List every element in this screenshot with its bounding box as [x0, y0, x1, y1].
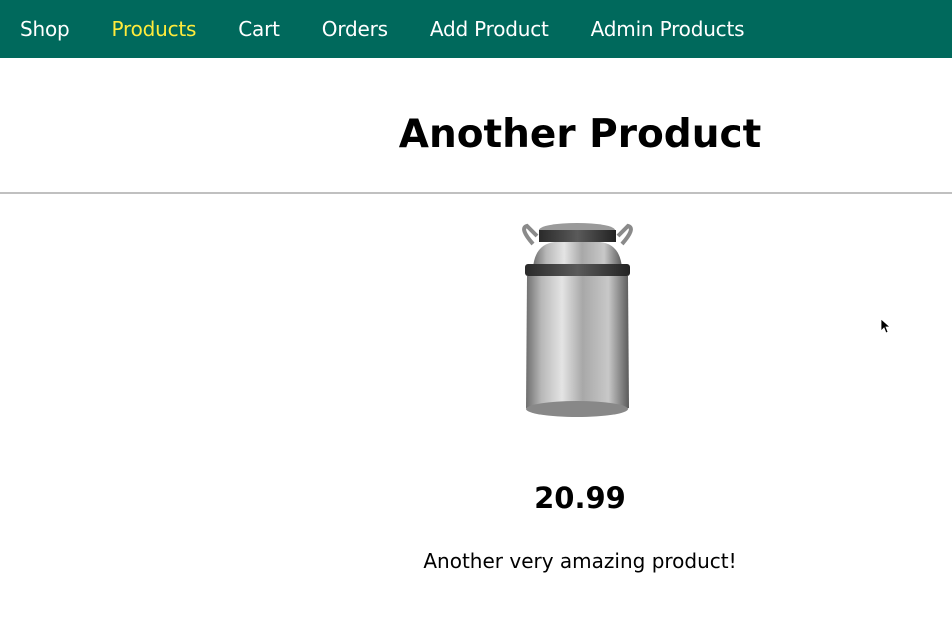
divider	[0, 192, 952, 194]
nav-item-products[interactable]: Products	[112, 17, 197, 41]
mouse-cursor-icon	[880, 318, 892, 334]
nav-item-admin-products[interactable]: Admin Products	[591, 17, 745, 41]
nav-item-add-product[interactable]: Add Product	[430, 17, 549, 41]
nav-item-orders[interactable]: Orders	[322, 17, 388, 41]
nav-item-cart[interactable]: Cart	[238, 17, 280, 41]
nav-item-shop[interactable]: Shop	[20, 17, 70, 41]
milk-can-image	[522, 223, 633, 417]
product-title: Another Product	[398, 112, 762, 157]
main-nav: Shop Products Cart Orders Add Product Ad…	[0, 0, 786, 58]
main-header: Shop Products Cart Orders Add Product Ad…	[0, 0, 952, 58]
product-description: Another very amazing product!	[423, 549, 737, 573]
product-price: 20.99	[534, 481, 626, 515]
